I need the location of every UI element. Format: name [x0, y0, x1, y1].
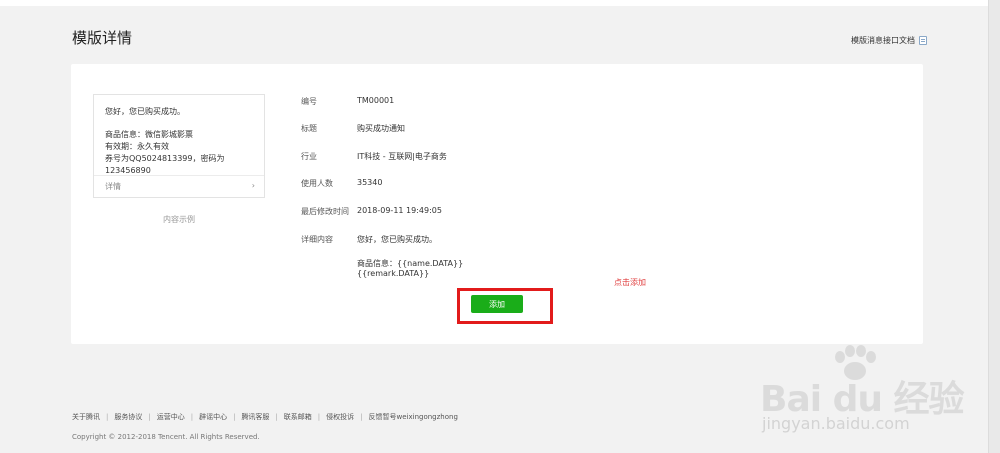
vertical-scrollbar[interactable]: [988, 0, 1000, 453]
content-body: 商品信息：{{name.DATA}} {{remark.DATA}}: [357, 259, 463, 279]
field-label-modified: 最后修改时间: [301, 207, 349, 216]
content-line: 商品信息：{{name.DATA}}: [357, 259, 464, 268]
footer-separator: |: [233, 413, 236, 421]
footer-link-operations[interactable]: 运营中心: [157, 412, 185, 422]
field-value-industry: IT科技 - 互联网|电子商务: [357, 152, 447, 161]
footer-link-complaint[interactable]: 侵权投诉: [326, 412, 354, 422]
baidu-watermark: Bai du 经验 jingyan.baidu.com: [740, 340, 980, 440]
content-line: {{remark.DATA}}: [357, 269, 430, 278]
preview-divider: [94, 175, 264, 176]
content-greeting: 您好，您已购买成功。: [357, 235, 437, 244]
page: 模版详情 模版消息接口文档 您好，您已购买成功。 商品信息：微信影城影票 有效期…: [0, 0, 988, 453]
copyright: Copyright © 2012-2018 Tencent. All Right…: [72, 433, 260, 441]
doc-link-label: 模版消息接口文档: [851, 36, 915, 45]
watermark-brand: Bai du 经验: [760, 379, 965, 420]
footer-link-email[interactable]: 联系邮箱: [284, 412, 312, 422]
preview-detail-label: 详情: [105, 182, 121, 191]
watermark-url: jingyan.baidu.com: [762, 414, 910, 433]
footer-links: 关于腾讯 | 服务协议 | 运营中心 | 辟谣中心 | 腾讯客服 | 联系邮箱 …: [72, 412, 458, 422]
footer-separator: |: [190, 413, 194, 421]
document-icon: [919, 36, 927, 45]
field-value-title: 购买成功通知: [357, 124, 405, 133]
footer-link-terms[interactable]: 服务协议: [114, 412, 142, 422]
footer-link-feedback[interactable]: 反馈暂号weixingongzhong: [369, 412, 458, 422]
preview-line: 商品信息：微信影城影票: [105, 130, 193, 139]
field-value-id: TM00001: [357, 96, 395, 105]
field-label-users: 使用人数: [301, 179, 333, 188]
footer-link-rumor[interactable]: 辟谣中心: [199, 412, 227, 422]
click-add-annotation: 点击添加: [614, 278, 646, 287]
preview-lines: 商品信息：微信影城影票 有效期：永久有效 券号为QQ5024813399，密码为…: [105, 129, 264, 177]
footer-link-support[interactable]: 腾讯客服: [241, 412, 269, 422]
paw-icon: [835, 345, 876, 380]
footer-link-about[interactable]: 关于腾讯: [72, 412, 100, 422]
field-value-modified: 2018-09-11 19:49:05: [357, 206, 442, 215]
footer-separator: |: [106, 413, 109, 421]
preview-detail-link[interactable]: 详情 ›: [105, 181, 255, 192]
preview-line: 有效期：永久有效: [105, 142, 169, 151]
footer-separator: |: [148, 413, 151, 421]
footer-separator: |: [275, 413, 278, 421]
template-detail-card: 您好，您已购买成功。 商品信息：微信影城影票 有效期：永久有效 券号为QQ502…: [71, 64, 923, 344]
page-title: 模版详情: [72, 29, 133, 47]
field-label-content: 详细内容: [301, 235, 333, 244]
field-value-users: 35340: [357, 178, 383, 187]
preview-line: 券号为QQ5024813399，密码为123456890: [105, 154, 225, 175]
preview-greeting: 您好，您已购买成功。: [105, 107, 185, 116]
chevron-right-icon: ›: [251, 181, 255, 190]
field-label-title: 标题: [301, 124, 317, 133]
add-button[interactable]: 添加: [471, 295, 523, 313]
footer-separator: |: [360, 413, 363, 421]
doc-link[interactable]: 模版消息接口文档: [851, 35, 927, 46]
content-preview: 您好，您已购买成功。 商品信息：微信影城影票 有效期：永久有效 券号为QQ502…: [93, 94, 265, 198]
field-label-industry: 行业: [301, 152, 317, 161]
top-strip: [0, 0, 988, 6]
preview-caption: 内容示例: [163, 215, 195, 224]
field-label-id: 编号: [301, 97, 317, 106]
footer-separator: |: [317, 413, 321, 421]
